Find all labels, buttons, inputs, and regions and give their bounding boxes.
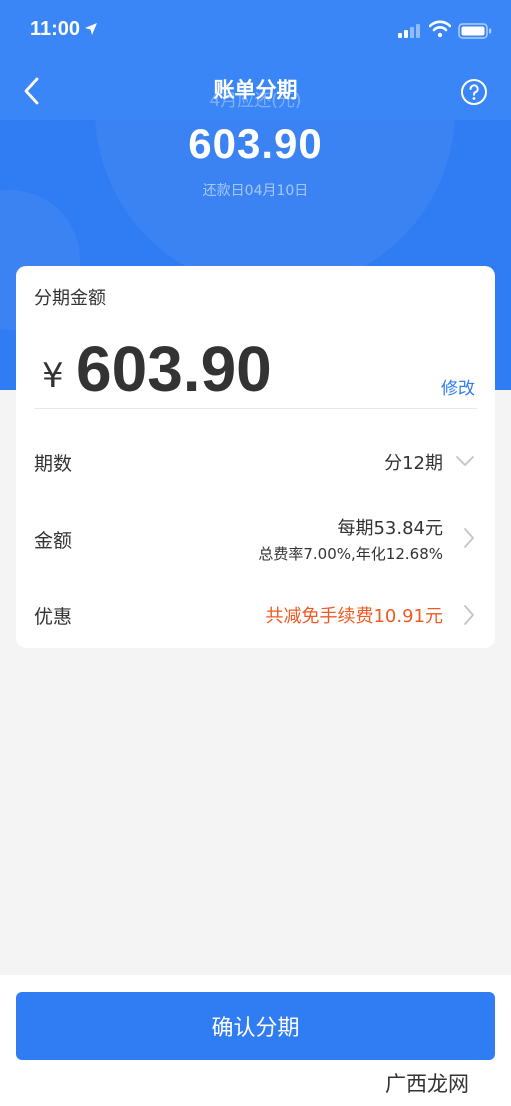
chevron-right-icon [464, 605, 474, 625]
status-time: 11:00 [30, 18, 81, 40]
fee-rate: 总费率7.00%,年化12.68% [258, 545, 443, 563]
battery-icon [458, 23, 492, 39]
location-arrow-icon [85, 23, 97, 35]
divider [34, 408, 477, 409]
help-icon[interactable] [460, 78, 488, 106]
periods-label: 期数 [34, 453, 73, 475]
back-arrow-icon[interactable] [18, 74, 48, 108]
discount-value: 共减免手续费10.91元 [265, 606, 443, 627]
due-date: 还款日04月10日 [202, 183, 309, 199]
amount-row[interactable]: 金额 每期53.84元 总费率7.00%,年化12.68% [16, 510, 495, 566]
page-title: 账单分期 [213, 78, 298, 102]
per-period-amount: 每期53.84元 [337, 518, 443, 539]
amount-row-label: 金额 [34, 530, 73, 552]
chevron-right-icon [464, 528, 474, 548]
status-bar: 11:00 [0, 14, 511, 48]
chevron-down-icon [456, 456, 474, 466]
cellular-signal-icon [398, 24, 420, 38]
discount-label: 优惠 [34, 606, 73, 628]
amount-label: 分期金额 [34, 288, 106, 309]
periods-value: 分12期 [384, 453, 443, 474]
confirm-installment-button[interactable]: 确认分期 [16, 992, 495, 1060]
discount-row[interactable]: 优惠 共减免手续费10.91元 [16, 594, 495, 636]
wifi-icon [429, 20, 451, 38]
installment-card: 分期金额 ¥ 603.90 修改 期数 分12期 金额 每期53.84元 总费率… [16, 266, 495, 648]
installment-amount: 603.90 [76, 333, 272, 405]
periods-row[interactable]: 期数 分12期 [16, 441, 495, 483]
currency-symbol: ¥ [42, 356, 64, 396]
modify-link[interactable]: 修改 [441, 374, 475, 399]
watermark: 广西龙网 [385, 1072, 469, 1096]
hero-amount: 603.90 [188, 120, 323, 167]
